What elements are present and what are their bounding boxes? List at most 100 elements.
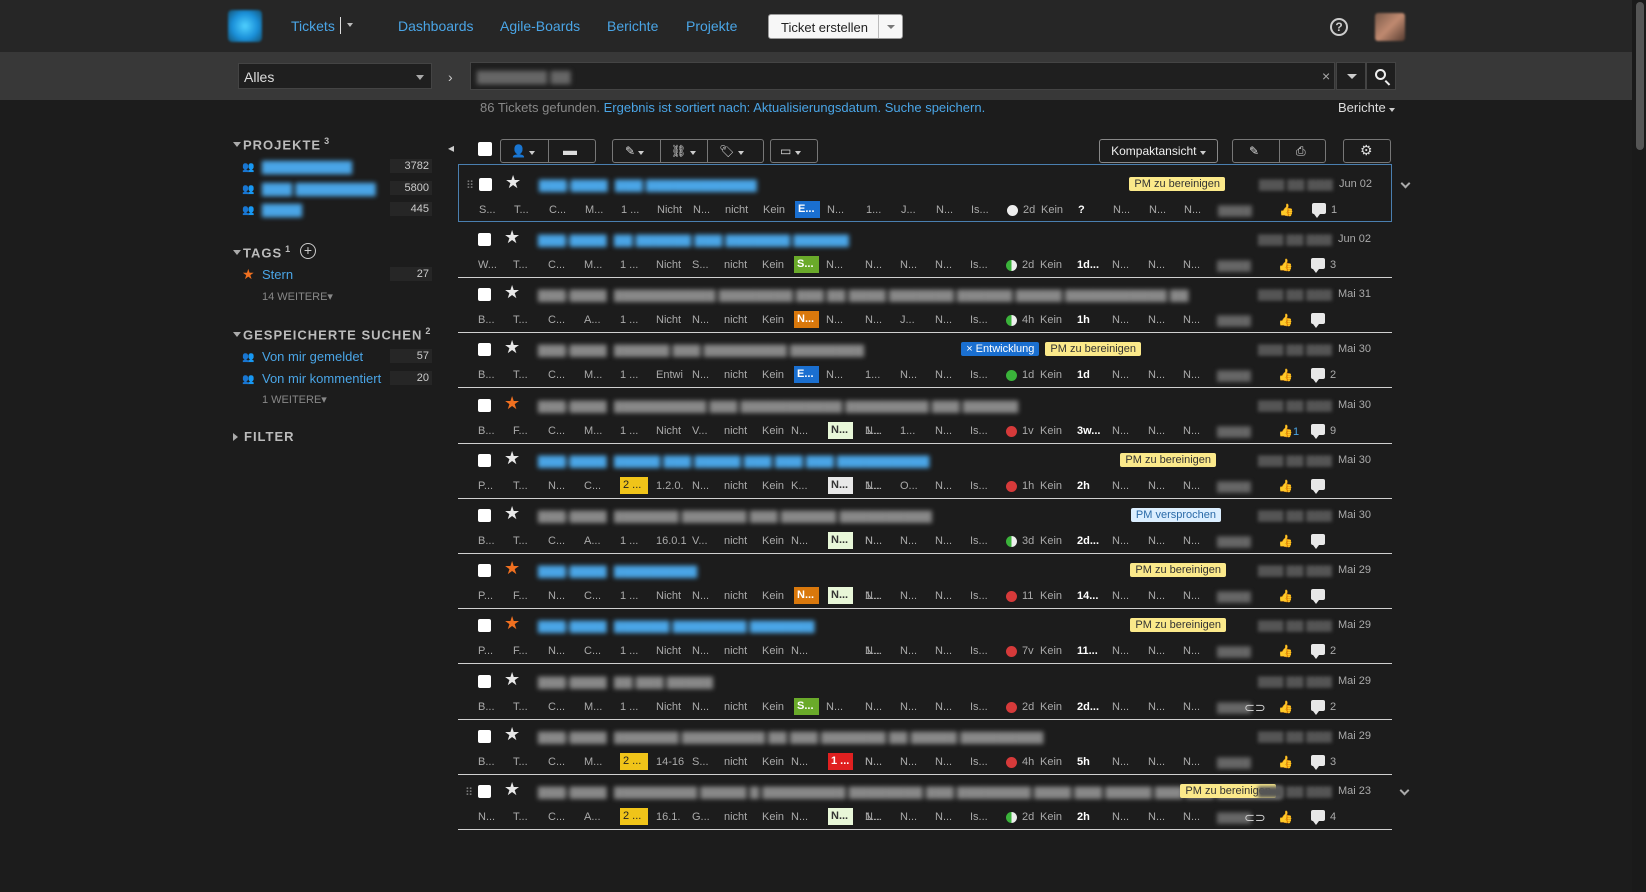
app-logo[interactable] [228, 10, 262, 42]
state-badge[interactable]: E... [794, 366, 819, 383]
pencil-icon[interactable]: ✎ [1249, 144, 1259, 158]
ticket-id[interactable]: ▇▇▇-▇▇▇▇ [538, 509, 607, 523]
columns-button[interactable]: ▭ [770, 139, 818, 163]
search-button[interactable] [1366, 62, 1396, 90]
nav-dashboards[interactable]: Dashboards [398, 18, 474, 34]
ticket-row[interactable]: ★ ▇▇▇-▇▇▇▇ ▇▇▇▇▇▇▇ ▇▇▇▇▇▇▇ ▇▇▇ ▇▇▇▇▇▇ ▇▇▇▇… [458, 496, 1392, 554]
add-tag-icon[interactable]: + [300, 243, 316, 259]
state-badge[interactable]: N... [828, 532, 853, 549]
comment-icon[interactable] [1311, 644, 1325, 659]
paperclip-icon[interactable]: ✎ [625, 144, 645, 158]
save-search-link[interactable]: Suche speichern. [885, 100, 985, 115]
link-icon[interactable]: ⛓ [671, 144, 696, 158]
star-icon[interactable]: ★ [504, 393, 520, 414]
ticket-summary[interactable]: ▇▇ ▇▇▇▇▇▇ ▇▇▇ ▇▇▇▇▇▇▇ ▇▇▇▇▇▇ [614, 233, 849, 247]
ticket-id[interactable]: ▇▇▇-▇▇▇▇ [538, 288, 607, 302]
state-badge[interactable]: 1 ... [828, 753, 853, 770]
state-badge[interactable]: N... [828, 808, 853, 825]
state-badge[interactable]: N... [828, 422, 853, 439]
row-checkbox[interactable] [478, 288, 491, 301]
saved-searches-section-header[interactable]: GESPEICHERTE SUCHEN 2 [233, 326, 431, 342]
ticket-summary[interactable]: ▇▇▇ ▇▇▇▇▇▇▇▇▇▇▇▇ [615, 178, 757, 192]
state-badge[interactable]: N... [794, 587, 819, 604]
drag-handle-icon[interactable]: ⠿ [465, 786, 473, 799]
ticket-summary[interactable]: ▇▇▇▇▇▇▇ ▇▇▇▇▇▇▇▇▇ ▇▇ ▇▇▇ ▇▇▇▇▇▇▇ ▇▇ ▇▇▇▇… [614, 730, 1043, 744]
ticket-id[interactable]: ▇▇▇-▇▇▇▇ [538, 675, 607, 689]
star-icon[interactable]: ★ [504, 669, 520, 690]
ticket-summary[interactable]: ▇▇▇▇▇▇▇▇▇▇ ▇▇▇ ▇▇▇▇▇▇▇▇▇▇▇ ▇▇▇▇▇▇▇▇▇ ▇▇▇… [614, 399, 1018, 413]
tags-section-header[interactable]: TAGS 1 [233, 244, 291, 260]
row-checkbox[interactable] [478, 509, 491, 522]
star-icon[interactable]: ★ [504, 779, 520, 800]
chevron-down-icon[interactable] [1400, 178, 1411, 189]
like-button[interactable]: 👍 [1278, 258, 1293, 272]
ticket-row[interactable]: ★ ▇▇▇-▇▇▇▇ ▇▇▇▇▇▇▇ ▇▇▇▇▇▇▇▇▇ ▇▇ ▇▇▇ ▇▇▇▇▇▇… [458, 717, 1392, 775]
tag-badge[interactable]: PM versprochen [1130, 508, 1221, 522]
drag-handle-icon[interactable]: ⠿ [466, 179, 474, 192]
state-badge[interactable]: N... [828, 587, 853, 604]
ticket-summary[interactable]: ▇▇▇▇▇▇ ▇▇▇ ▇▇▇▇▇▇▇▇▇ ▇▇▇▇▇▇▇▇ [614, 343, 864, 357]
comment-icon[interactable] [1311, 313, 1325, 328]
like-button[interactable]: 👍 [1278, 479, 1293, 493]
row-checkbox[interactable] [478, 785, 491, 798]
ticket-id[interactable]: ▇▇▇-▇▇▇▇ [538, 619, 607, 633]
search-input[interactable]: ▇▇▇▇▇▇▇ ▇▇ × [470, 62, 1335, 90]
filter-section-header[interactable]: FILTER [233, 429, 295, 444]
ticket-id[interactable]: ▇▇▇-▇▇▇▇ [538, 454, 607, 468]
like-button[interactable]: 👍1 [1278, 424, 1299, 438]
ticket-summary[interactable]: ▇▇▇▇▇ ▇▇▇ ▇▇▇▇▇ ▇▇▇ ▇▇▇ ▇▇▇ ▇▇▇▇▇▇▇▇▇▇ [614, 454, 929, 468]
star-icon[interactable]: ★ [504, 613, 520, 634]
like-button[interactable]: 👍 [1278, 700, 1293, 714]
collapse-sidebar-icon[interactable]: ◂ [448, 141, 454, 155]
ticket-id[interactable]: ▇▇▇-▇▇▇▇ [538, 730, 607, 744]
ticket-summary[interactable]: ▇▇▇▇▇▇▇▇▇▇▇ ▇▇▇▇▇▇▇▇ ▇▇▇ ▇▇ ▇▇▇▇ ▇▇▇▇▇▇▇… [614, 288, 1189, 302]
nav-tickets[interactable]: Tickets [291, 18, 335, 34]
comment-icon[interactable] [1311, 700, 1325, 715]
nav-reports[interactable]: Berichte [607, 18, 658, 34]
tag-badge[interactable]: × Entwicklung [961, 342, 1040, 356]
like-button[interactable]: 👍 [1278, 534, 1293, 548]
settings-button[interactable]: ⚙ [1343, 139, 1391, 163]
comment-icon[interactable] [1311, 368, 1325, 383]
sidebar-tag-item[interactable]: ★ Stern 27 [242, 266, 432, 283]
ticket-row[interactable]: ⠿ ★ ▇▇▇-▇▇▇▇ ▇▇▇▇▇▇▇▇▇ ▇▇▇▇▇ ▇ ▇▇▇▇▇▇▇▇▇ ▇▇… [458, 772, 1410, 830]
ticket-id[interactable]: ▇▇▇-▇▇▇▇ [538, 343, 607, 357]
ticket-row[interactable]: ★ ▇▇▇-▇▇▇▇ ▇▇▇▇▇▇ ▇▇▇ ▇▇▇▇▇▇▇▇▇ ▇▇▇▇▇▇▇▇ × … [458, 330, 1392, 388]
tags-more-link[interactable]: 14 WEITERE▾ [262, 290, 333, 303]
row-checkbox[interactable] [478, 619, 491, 632]
ticket-row[interactable]: ★ ▇▇▇-▇▇▇▇ ▇▇ ▇▇▇▇▇▇ ▇▇▇ ▇▇▇▇▇▇▇ ▇▇▇▇▇▇ ▇▇▇… [458, 220, 1392, 278]
star-icon[interactable]: ★ [504, 724, 520, 745]
star-icon[interactable]: ★ [504, 227, 520, 248]
state-badge[interactable]: E... [795, 201, 820, 218]
like-button[interactable]: 👍 [1279, 203, 1294, 217]
ticket-row[interactable]: ★ ▇▇▇-▇▇▇▇ ▇▇▇▇▇▇▇▇▇ PM zu bereinigen ▇▇▇ ▇▇… [458, 551, 1392, 609]
view-mode-dropdown[interactable]: Kompaktansicht [1099, 139, 1218, 163]
help-icon[interactable]: ? [1330, 18, 1348, 36]
ticket-row[interactable]: ★ ▇▇▇-▇▇▇▇ ▇▇▇▇▇ ▇▇▇ ▇▇▇▇▇ ▇▇▇ ▇▇▇ ▇▇▇ ▇▇▇… [458, 441, 1392, 499]
print-icon[interactable]: ⎙ [1296, 144, 1306, 159]
ticket-summary[interactable]: ▇▇▇▇▇▇ ▇▇▇▇▇▇▇▇ ▇▇▇▇▇▇▇ [614, 619, 814, 633]
tag-badge[interactable]: PM zu bereinigen [1130, 563, 1226, 577]
state-badge[interactable]: S... [794, 698, 819, 715]
chevron-down-icon[interactable] [347, 23, 353, 27]
user-icon[interactable]: 👤 [511, 144, 536, 158]
ticket-id[interactable]: ▇▇▇-▇▇▇▇ [538, 564, 607, 578]
comment-icon[interactable] [1311, 258, 1325, 273]
saved-search-item[interactable]: 👥 Von mir kommentiert 20 [242, 371, 432, 387]
ticket-id[interactable]: ▇▇▇-▇▇▇▇ [539, 178, 608, 192]
like-button[interactable]: 👍 [1278, 368, 1293, 382]
search-history-button[interactable] [1336, 62, 1366, 90]
search-scope-select[interactable]: Alles [238, 63, 432, 89]
sort-field-link[interactable]: Aktualisierungsdatum. [753, 100, 881, 115]
clear-icon[interactable]: × [1322, 68, 1330, 84]
row-checkbox[interactable] [478, 564, 491, 577]
row-checkbox[interactable] [479, 178, 492, 191]
nav-agile-boards[interactable]: Agile-Boards [500, 18, 580, 34]
ticket-row[interactable]: ★ ▇▇▇-▇▇▇▇ ▇▇▇▇▇▇▇▇▇▇ ▇▇▇ ▇▇▇▇▇▇▇▇▇▇▇ ▇▇▇▇… [458, 386, 1392, 444]
sidebar-project-item[interactable]: 👥 ▇▇▇ ▇▇▇▇▇▇▇▇ 5800 [242, 181, 432, 197]
ticket-summary[interactable]: ▇▇▇▇▇▇▇▇▇ [614, 564, 697, 578]
sidebar-project-item[interactable]: 👥 ▇▇▇▇ 445 [242, 202, 432, 218]
row-checkbox[interactable] [478, 233, 491, 246]
comment-icon[interactable]: ▬ [563, 142, 577, 158]
tag-badge[interactable]: PM zu bereinigen [1130, 618, 1226, 632]
